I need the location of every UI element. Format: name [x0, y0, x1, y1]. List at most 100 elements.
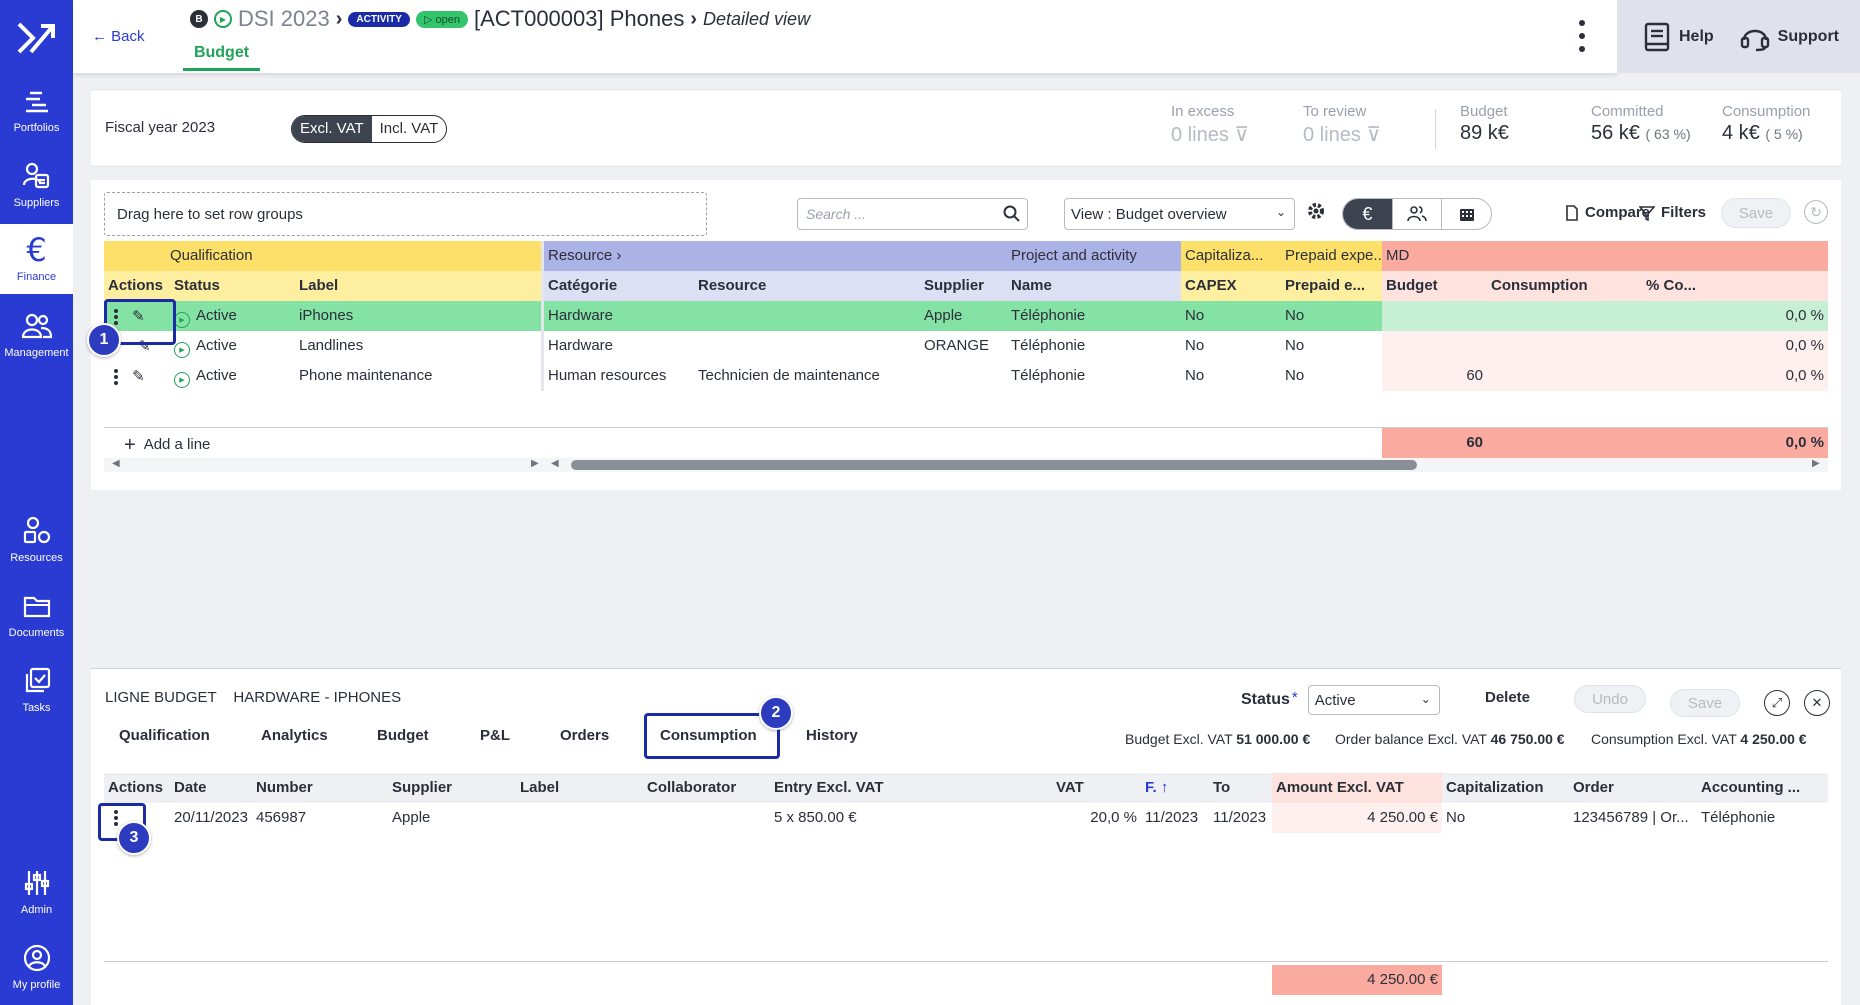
nav-suppliers[interactable]: Suppliers — [0, 150, 73, 220]
scroll-left-icon[interactable]: ◀ — [112, 458, 120, 469]
euro-mode-icon[interactable]: € — [1343, 199, 1392, 229]
row-supplier: Apple — [924, 307, 963, 324]
more-options-icon[interactable] — [1577, 20, 1587, 52]
table-row[interactable]: ✎ ▶ Active Landlines Hardware ORANGE Télé… — [104, 331, 1828, 361]
nav-finance[interactable]: € Finance — [0, 224, 73, 294]
row-name: Téléphonie — [1011, 367, 1086, 384]
close-icon[interactable]: ✕ — [1804, 690, 1830, 716]
kpi-in-excess[interactable]: In excess 0 lines ⊽ — [1171, 103, 1249, 147]
app-logo[interactable] — [0, 10, 73, 65]
tab-analytics[interactable]: Analytics — [261, 727, 328, 744]
group-resource[interactable]: Resource › — [544, 241, 1007, 271]
help-button[interactable]: Help — [1643, 22, 1714, 52]
row-group-dropzone[interactable]: Drag here to set row groups — [104, 192, 707, 236]
save-button[interactable]: Save — [1721, 198, 1791, 228]
col-collaborator[interactable]: Collaborator — [643, 773, 770, 803]
total-amount: 4 250.00 € — [1272, 965, 1442, 995]
nav-documents[interactable]: Documents — [0, 580, 73, 650]
chevron-right-icon: › — [690, 7, 698, 30]
table-row[interactable]: ✎ ▶ Active iPhones Hardware Apple Télépho… — [104, 301, 1828, 331]
col-budget[interactable]: Budget — [1382, 271, 1487, 301]
kpi-to-review[interactable]: To review 0 lines ⊽ — [1303, 103, 1381, 147]
search-input[interactable]: Search ... — [797, 198, 1028, 230]
col-capitalization[interactable]: Capitalization — [1442, 773, 1569, 803]
expand-icon[interactable]: ⤢ — [1764, 690, 1790, 716]
building-mode-icon[interactable] — [1441, 199, 1491, 229]
play-status-icon: ▶ — [214, 10, 232, 28]
nav-label: Suppliers — [13, 197, 60, 209]
scrollbar-thumb[interactable] — [571, 460, 1417, 470]
col-vat[interactable]: VAT — [1052, 773, 1141, 803]
col-to[interactable]: To — [1209, 773, 1272, 803]
delete-button[interactable]: Delete — [1485, 689, 1530, 706]
refresh-icon[interactable]: ↻ — [1804, 200, 1828, 224]
support-button[interactable]: Support — [1740, 22, 1839, 52]
logo-icon — [17, 22, 55, 53]
nav-my-profile[interactable]: My profile — [0, 932, 73, 1002]
excl-vat-option[interactable]: Excl. VAT — [292, 116, 372, 142]
group-capitalization[interactable]: Capitaliza... — [1181, 241, 1281, 271]
row-menu-icon[interactable] — [114, 369, 118, 386]
col-supplier[interactable]: Supplier — [920, 271, 1007, 301]
col-number[interactable]: Number — [252, 773, 388, 803]
col-amount[interactable]: Amount Excl. VAT — [1272, 773, 1442, 803]
add-line-button[interactable]: + Add a line — [120, 428, 320, 458]
vat-toggle[interactable]: Excl. VAT Incl. VAT — [291, 115, 448, 143]
col-actions[interactable]: Actions — [104, 773, 170, 803]
scroll-left-icon[interactable]: ◀ — [551, 458, 559, 469]
back-link[interactable]: ← Back — [92, 28, 145, 45]
fiscal-year-label: Fiscal year 2023 — [105, 119, 216, 136]
save-button[interactable]: Save — [1670, 689, 1740, 717]
tab-history[interactable]: History — [806, 727, 858, 744]
row-budget — [1382, 331, 1487, 361]
col-date[interactable]: Date — [170, 773, 252, 803]
display-mode-toggle[interactable]: € — [1342, 198, 1492, 230]
incl-vat-option[interactable]: Incl. VAT — [372, 116, 447, 142]
compare-button[interactable]: Compare — [1565, 204, 1650, 221]
tab-orders[interactable]: Orders — [560, 727, 609, 744]
col-pct[interactable]: % Co... — [1642, 271, 1828, 301]
scroll-right-icon[interactable]: ▶ — [1812, 458, 1820, 469]
col-consumption[interactable]: Consumption — [1487, 271, 1642, 301]
tab-budget[interactable]: Budget — [377, 727, 429, 744]
nav-tasks[interactable]: Tasks — [0, 655, 73, 725]
group-prepaid[interactable]: Prepaid expe... — [1281, 241, 1382, 271]
col-name[interactable]: Name — [1007, 271, 1181, 301]
col-order[interactable]: Order — [1569, 773, 1697, 803]
people-mode-icon[interactable] — [1391, 199, 1442, 229]
col-from[interactable]: F. ↑ — [1141, 773, 1209, 803]
col-supplier[interactable]: Supplier — [388, 773, 516, 803]
tab-pl[interactable]: P&L — [480, 727, 510, 744]
col-prepaid[interactable]: Prepaid e... — [1281, 271, 1382, 301]
table-row[interactable]: ✎ ▶ Active Phone maintenance Human resour… — [104, 361, 1828, 391]
col-actions[interactable]: Actions — [104, 271, 170, 301]
col-accounting[interactable]: Accounting ... — [1697, 773, 1828, 803]
tab-budget[interactable]: Budget — [183, 44, 260, 71]
status-select[interactable]: Active ⌄ — [1307, 685, 1440, 715]
group-project[interactable]: Project and activity — [1007, 241, 1181, 271]
table-row[interactable]: 20/11/2023 456987 Apple 5 x 850.00 € 20,… — [104, 803, 1828, 833]
group-qualification[interactable]: Qualification — [104, 241, 541, 271]
nav-portfolios[interactable]: Portfolios — [0, 75, 73, 145]
view-select[interactable]: View : Budget overview ⌄ — [1064, 198, 1295, 230]
col-capex[interactable]: CAPEX — [1181, 271, 1281, 301]
nav-label: Tasks — [22, 702, 51, 714]
edit-pencil-icon[interactable]: ✎ — [132, 368, 145, 385]
support-label: Support — [1777, 27, 1839, 45]
col-categorie[interactable]: Catégorie — [544, 271, 694, 301]
group-md[interactable]: MD — [1382, 241, 1828, 271]
tab-qualification[interactable]: Qualification — [119, 727, 210, 744]
undo-button[interactable]: Undo — [1574, 685, 1646, 713]
gear-icon[interactable] — [1307, 202, 1325, 220]
nav-resources[interactable]: Resources — [0, 505, 73, 575]
col-status[interactable]: Status — [170, 271, 295, 301]
breadcrumb-portfolio[interactable]: DSI 2023 — [238, 6, 330, 32]
nav-admin[interactable]: Admin — [0, 857, 73, 927]
col-label[interactable]: Label — [516, 773, 643, 803]
nav-management[interactable]: Management — [0, 300, 73, 370]
col-label[interactable]: Label — [295, 271, 541, 301]
pinned-divider — [541, 241, 544, 391]
scroll-right-icon[interactable]: ▶ — [531, 458, 539, 469]
filters-button[interactable]: Filters — [1639, 204, 1706, 221]
col-entry[interactable]: Entry Excl. VAT — [770, 773, 1052, 803]
